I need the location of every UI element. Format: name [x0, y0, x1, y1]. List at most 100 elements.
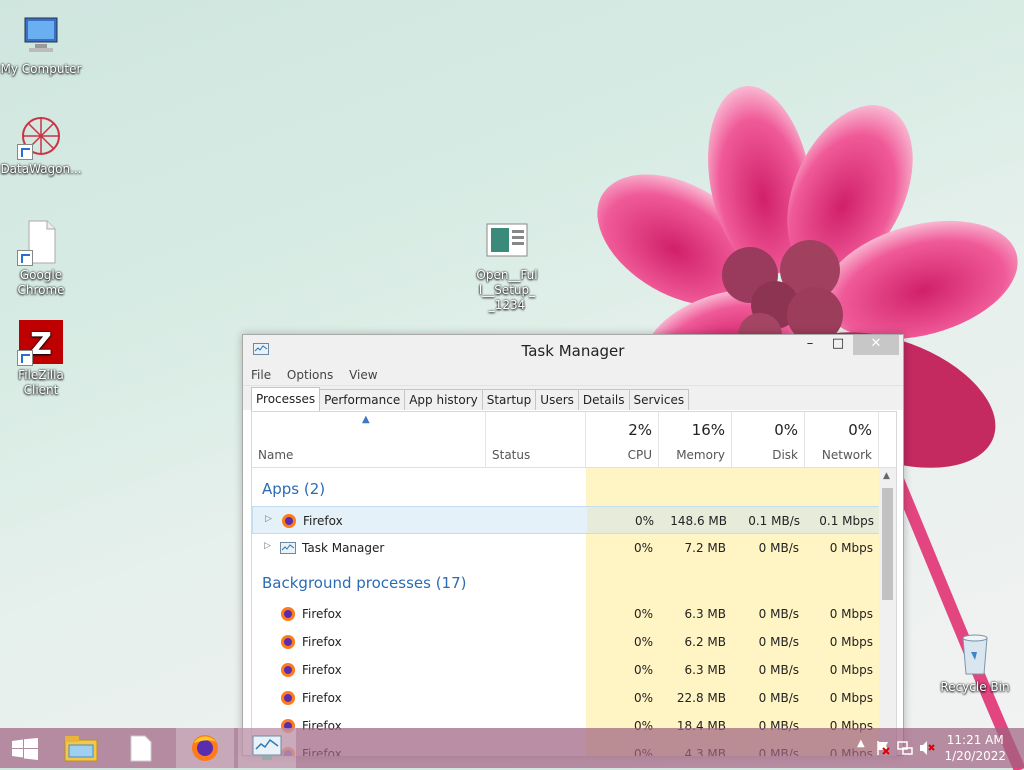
taskbar: ▲ 11:21 AM 1/20/2022 — [0, 728, 1024, 768]
tab-startup[interactable]: Startup — [481, 389, 537, 410]
desktop-icon-label: DataWagon... — [0, 162, 82, 176]
memory-value: 6.2 MB — [684, 635, 726, 649]
action-center-flag-icon[interactable] — [875, 740, 891, 756]
column-network[interactable]: 0% Network — [805, 412, 879, 467]
group-label: Apps (2) — [262, 480, 326, 498]
cpu-value: 0% — [633, 635, 653, 649]
desktop-icon-google-chrome[interactable]: Google Chrome — [0, 218, 82, 298]
file-explorer-icon — [64, 736, 98, 762]
column-name[interactable]: ▲ Name — [252, 412, 486, 467]
disk-value: 0 MB/s — [758, 607, 799, 621]
clock[interactable]: 11:21 AM 1/20/2022 — [944, 732, 1006, 764]
firefox-icon — [280, 662, 296, 678]
volume-muted-icon[interactable] — [919, 740, 935, 756]
process-name: Firefox — [303, 514, 343, 528]
network-value: 0 Mbps — [829, 663, 873, 677]
taskbar-firefox[interactable] — [176, 728, 234, 768]
column-disk[interactable]: 0% Disk — [732, 412, 805, 467]
column-cpu-label: CPU — [627, 448, 652, 462]
maximize-button[interactable]: □ — [825, 335, 851, 355]
tab-users[interactable]: Users — [535, 389, 579, 410]
disk-value: 0 MB/s — [758, 691, 799, 705]
column-memory-label: Memory — [676, 448, 725, 462]
close-button[interactable]: ✕ — [853, 335, 899, 355]
column-name-label: Name — [258, 448, 294, 462]
menu-view[interactable]: View — [349, 365, 377, 385]
column-header-row: ▲ Name Status 2% CPU 16% Memory 0% Disk … — [252, 412, 896, 468]
memory-total-percent: 16% — [691, 421, 725, 439]
processes-panel: ▲ Name Status 2% CPU 16% Memory 0% Disk … — [251, 411, 897, 756]
process-name: Firefox — [302, 691, 342, 705]
table-row[interactable]: Firefox 0% 22.8 MB 0 MB/s 0 Mbps — [252, 684, 879, 712]
firefox-icon — [280, 690, 296, 706]
system-tray: ▲ 11:21 AM 1/20/2022 — [849, 728, 1024, 768]
vertical-scrollbar[interactable]: ▲ — [879, 468, 896, 756]
title-bar[interactable]: Task Manager – □ ✕ — [243, 335, 903, 365]
table-row[interactable]: ▷ Firefox 0% 148.6 MB 0.1 MB/s 0.1 Mbps — [252, 506, 880, 534]
desktop-icon-label: FileZilla Client — [18, 368, 64, 397]
desktop-icon-label: Open__Full__Setup__1234 — [476, 268, 538, 312]
blank-document-icon — [130, 735, 152, 762]
tab-processes[interactable]: Processes — [251, 387, 321, 411]
expand-arrow-icon[interactable]: ▷ — [265, 514, 272, 524]
column-memory[interactable]: 16% Memory — [659, 412, 732, 467]
tab-details[interactable]: Details — [577, 389, 630, 410]
cpu-value: 0% — [633, 663, 653, 677]
start-button[interactable] — [0, 728, 48, 768]
show-hidden-icons-chevron-icon[interactable]: ▲ — [857, 738, 865, 749]
firefox-icon — [280, 634, 296, 650]
process-name: Firefox — [302, 663, 342, 677]
disk-value: 0.1 MB/s — [748, 514, 800, 528]
cpu-value: 0% — [633, 691, 653, 705]
filezilla-icon: Z — [17, 318, 65, 366]
clock-date: 1/20/2022 — [944, 749, 1006, 763]
task-manager-window[interactable]: Task Manager – □ ✕ File Options View Pro… — [242, 334, 904, 756]
table-row[interactable]: Firefox 0% 6.3 MB 0 MB/s 0 Mbps — [252, 656, 879, 684]
minimize-button[interactable]: – — [797, 335, 823, 355]
task-manager-icon — [252, 735, 282, 760]
taskbar-blank-document[interactable] — [112, 728, 170, 768]
table-row[interactable]: Firefox 0% 6.3 MB 0 MB/s 0 Mbps — [252, 600, 879, 628]
group-header-apps[interactable]: Apps (2) — [252, 468, 879, 506]
table-row[interactable]: Firefox 0% 6.2 MB 0 MB/s 0 Mbps — [252, 628, 879, 656]
table-row[interactable]: ▷ Task Manager 0% 7.2 MB 0 MB/s 0 Mbps — [252, 534, 879, 562]
menu-file[interactable]: File — [251, 365, 271, 385]
tab-app-history[interactable]: App history — [404, 389, 483, 410]
menu-bar: File Options View — [243, 365, 903, 386]
tab-performance[interactable]: Performance — [319, 389, 406, 410]
menu-options[interactable]: Options — [287, 365, 333, 385]
clock-time: 11:21 AM — [946, 733, 1004, 747]
memory-value: 7.2 MB — [684, 541, 726, 555]
desktop-icon-datawagon[interactable]: DataWagon... — [0, 112, 82, 177]
process-name: Firefox — [302, 635, 342, 649]
column-status[interactable]: Status — [486, 412, 586, 467]
computer-icon — [17, 12, 65, 60]
desktop-icon-recycle-bin[interactable]: Recycle Bin — [934, 630, 1016, 695]
tab-services[interactable]: Services — [628, 389, 690, 410]
group-header-background-processes[interactable]: Background processes (17) — [252, 562, 879, 600]
network-value: 0 Mbps — [829, 635, 873, 649]
desktop-icon-open-full-setup[interactable]: Open__Full__Setup__1234 — [466, 218, 548, 313]
taskbar-file-explorer[interactable] — [52, 728, 110, 768]
scrollbar-thumb[interactable] — [882, 488, 893, 600]
cpu-value: 0% — [634, 514, 654, 528]
column-cpu[interactable]: 2% CPU — [586, 412, 659, 467]
scroll-up-arrow-icon[interactable]: ▲ — [883, 471, 890, 481]
desktop-icon-filezilla[interactable]: Z FileZilla Client — [0, 318, 82, 398]
datawagon-icon — [17, 112, 65, 160]
shortcut-arrow-icon — [17, 350, 33, 366]
process-name: Firefox — [302, 607, 342, 621]
expand-arrow-icon[interactable]: ▷ — [264, 541, 271, 551]
shortcut-arrow-icon — [17, 250, 33, 266]
firefox-icon — [280, 606, 296, 622]
setup-executable-icon — [483, 218, 531, 266]
blank-file-icon — [17, 218, 65, 266]
column-disk-label: Disk — [772, 448, 798, 462]
shortcut-arrow-icon — [17, 144, 33, 160]
taskbar-task-manager[interactable] — [238, 728, 296, 768]
cpu-value: 0% — [633, 607, 653, 621]
network-icon[interactable] — [897, 740, 913, 756]
desktop-icon-my-computer[interactable]: My Computer — [0, 12, 82, 77]
network-value: 0.1 Mbps — [819, 514, 874, 528]
group-label: Background processes (17) — [262, 574, 467, 592]
